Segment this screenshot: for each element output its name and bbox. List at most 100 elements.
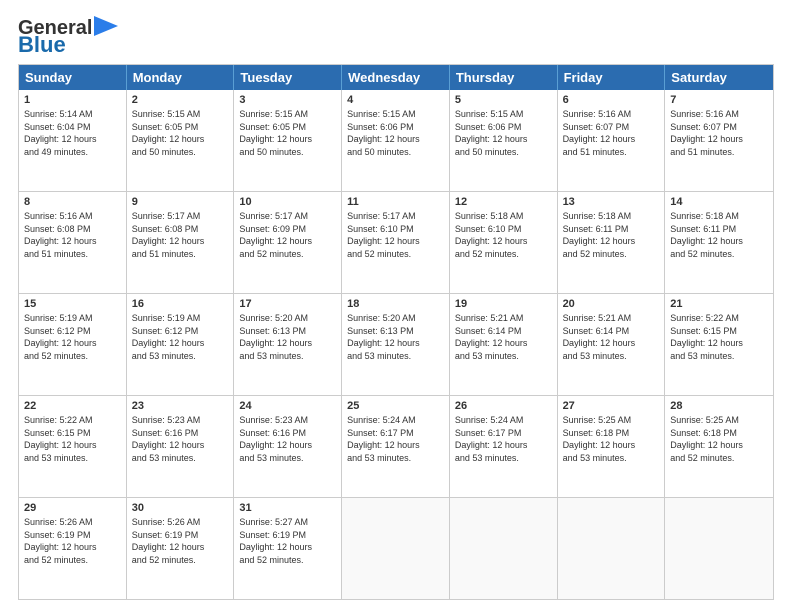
day-number: 10	[239, 196, 336, 208]
day-number: 22	[24, 400, 121, 412]
calendar-body: 1Sunrise: 5:14 AM Sunset: 6:04 PM Daylig…	[19, 90, 773, 599]
day-number: 8	[24, 196, 121, 208]
calendar-cell-day-31: 31 Sunrise: 5:27 AM Sunset: 6:19 PM Dayli…	[234, 498, 342, 599]
day-info: Sunrise: 5:23 AM Sunset: 6:16 PM Dayligh…	[132, 414, 229, 464]
calendar-cell-day-26: 26 Sunrise: 5:24 AM Sunset: 6:17 PM Dayli…	[450, 396, 558, 497]
day-number: 16	[132, 298, 229, 310]
calendar-cell-day-23: 23 Sunrise: 5:23 AM Sunset: 6:16 PM Dayli…	[127, 396, 235, 497]
day-number: 12	[455, 196, 552, 208]
logo-blue: Blue	[18, 34, 66, 56]
day-number: 5	[455, 94, 552, 106]
calendar-cell-day-8: 8Sunrise: 5:16 AM Sunset: 6:08 PM Daylig…	[19, 192, 127, 293]
calendar-cell-day-2: 2 Sunrise: 5:15 AM Sunset: 6:05 PM Daylig…	[127, 90, 235, 191]
calendar-cell-empty	[450, 498, 558, 599]
calendar-cell-day-18: 18Sunrise: 5:20 AM Sunset: 6:13 PM Dayli…	[342, 294, 450, 395]
day-info: Sunrise: 5:19 AM Sunset: 6:12 PM Dayligh…	[132, 312, 229, 362]
day-info: Sunrise: 5:26 AM Sunset: 6:19 PM Dayligh…	[132, 516, 229, 566]
calendar-grid: SundayMondayTuesdayWednesdayThursdayFrid…	[18, 64, 774, 600]
day-info: Sunrise: 5:27 AM Sunset: 6:19 PM Dayligh…	[239, 516, 336, 566]
weekday-header-monday: Monday	[127, 65, 235, 90]
calendar-cell-day-21: 21 Sunrise: 5:22 AM Sunset: 6:15 PM Dayli…	[665, 294, 773, 395]
day-info: Sunrise: 5:24 AM Sunset: 6:17 PM Dayligh…	[455, 414, 552, 464]
day-info: Sunrise: 5:16 AM Sunset: 6:07 PM Dayligh…	[670, 108, 768, 158]
day-number: 13	[563, 196, 660, 208]
header: General Blue	[18, 18, 774, 56]
day-info: Sunrise: 5:19 AM Sunset: 6:12 PM Dayligh…	[24, 312, 121, 362]
day-number: 20	[563, 298, 660, 310]
day-info: Sunrise: 5:25 AM Sunset: 6:18 PM Dayligh…	[563, 414, 660, 464]
calendar-cell-day-19: 19 Sunrise: 5:21 AM Sunset: 6:14 PM Dayli…	[450, 294, 558, 395]
day-number: 23	[132, 400, 229, 412]
calendar-cell-empty	[665, 498, 773, 599]
calendar-cell-day-24: 24 Sunrise: 5:23 AM Sunset: 6:16 PM Dayli…	[234, 396, 342, 497]
calendar-cell-day-12: 12 Sunrise: 5:18 AM Sunset: 6:10 PM Dayli…	[450, 192, 558, 293]
calendar-cell-day-30: 30 Sunrise: 5:26 AM Sunset: 6:19 PM Dayli…	[127, 498, 235, 599]
day-number: 3	[239, 94, 336, 106]
calendar-cell-day-4: 4Sunrise: 5:15 AM Sunset: 6:06 PM Daylig…	[342, 90, 450, 191]
day-number: 29	[24, 502, 121, 514]
day-info: Sunrise: 5:15 AM Sunset: 6:06 PM Dayligh…	[347, 108, 444, 158]
day-number: 9	[132, 196, 229, 208]
calendar-cell-day-10: 10 Sunrise: 5:17 AM Sunset: 6:09 PM Dayli…	[234, 192, 342, 293]
day-info: Sunrise: 5:18 AM Sunset: 6:10 PM Dayligh…	[455, 210, 552, 260]
day-number: 18	[347, 298, 444, 310]
day-number: 17	[239, 298, 336, 310]
day-number: 1	[24, 94, 121, 106]
calendar-cell-day-7: 7Sunrise: 5:16 AM Sunset: 6:07 PM Daylig…	[665, 90, 773, 191]
calendar-cell-empty	[558, 498, 666, 599]
day-info: Sunrise: 5:23 AM Sunset: 6:16 PM Dayligh…	[239, 414, 336, 464]
logo-arrow-icon	[94, 16, 118, 36]
day-info: Sunrise: 5:22 AM Sunset: 6:15 PM Dayligh…	[670, 312, 768, 362]
day-number: 30	[132, 502, 229, 514]
calendar-cell-day-11: 11Sunrise: 5:17 AM Sunset: 6:10 PM Dayli…	[342, 192, 450, 293]
weekday-header-friday: Friday	[558, 65, 666, 90]
day-info: Sunrise: 5:17 AM Sunset: 6:09 PM Dayligh…	[239, 210, 336, 260]
day-number: 6	[563, 94, 660, 106]
calendar-cell-day-6: 6Sunrise: 5:16 AM Sunset: 6:07 PM Daylig…	[558, 90, 666, 191]
calendar-row: 15 Sunrise: 5:19 AM Sunset: 6:12 PM Dayli…	[19, 293, 773, 395]
day-number: 26	[455, 400, 552, 412]
calendar-cell-day-22: 22 Sunrise: 5:22 AM Sunset: 6:15 PM Dayli…	[19, 396, 127, 497]
day-number: 31	[239, 502, 336, 514]
day-info: Sunrise: 5:21 AM Sunset: 6:14 PM Dayligh…	[455, 312, 552, 362]
day-info: Sunrise: 5:25 AM Sunset: 6:18 PM Dayligh…	[670, 414, 768, 464]
weekday-header-tuesday: Tuesday	[234, 65, 342, 90]
calendar-cell-day-20: 20Sunrise: 5:21 AM Sunset: 6:14 PM Dayli…	[558, 294, 666, 395]
day-info: Sunrise: 5:26 AM Sunset: 6:19 PM Dayligh…	[24, 516, 121, 566]
calendar-cell-day-25: 25Sunrise: 5:24 AM Sunset: 6:17 PM Dayli…	[342, 396, 450, 497]
day-number: 28	[670, 400, 768, 412]
weekday-header-saturday: Saturday	[665, 65, 773, 90]
calendar-cell-day-16: 16 Sunrise: 5:19 AM Sunset: 6:12 PM Dayli…	[127, 294, 235, 395]
day-info: Sunrise: 5:17 AM Sunset: 6:08 PM Dayligh…	[132, 210, 229, 260]
day-number: 2	[132, 94, 229, 106]
calendar-row: 22 Sunrise: 5:22 AM Sunset: 6:15 PM Dayli…	[19, 395, 773, 497]
day-number: 15	[24, 298, 121, 310]
calendar-row: 29 Sunrise: 5:26 AM Sunset: 6:19 PM Dayli…	[19, 497, 773, 599]
day-info: Sunrise: 5:15 AM Sunset: 6:05 PM Dayligh…	[132, 108, 229, 158]
day-number: 24	[239, 400, 336, 412]
calendar-cell-day-9: 9 Sunrise: 5:17 AM Sunset: 6:08 PM Daylig…	[127, 192, 235, 293]
day-number: 11	[347, 196, 444, 208]
calendar-cell-day-15: 15 Sunrise: 5:19 AM Sunset: 6:12 PM Dayli…	[19, 294, 127, 395]
day-number: 27	[563, 400, 660, 412]
day-info: Sunrise: 5:18 AM Sunset: 6:11 PM Dayligh…	[670, 210, 768, 260]
day-number: 21	[670, 298, 768, 310]
calendar-cell-day-27: 27 Sunrise: 5:25 AM Sunset: 6:18 PM Dayli…	[558, 396, 666, 497]
calendar-cell-day-29: 29 Sunrise: 5:26 AM Sunset: 6:19 PM Dayli…	[19, 498, 127, 599]
day-info: Sunrise: 5:22 AM Sunset: 6:15 PM Dayligh…	[24, 414, 121, 464]
calendar-cell-empty	[342, 498, 450, 599]
calendar-cell-day-3: 3Sunrise: 5:15 AM Sunset: 6:05 PM Daylig…	[234, 90, 342, 191]
calendar-row: 1Sunrise: 5:14 AM Sunset: 6:04 PM Daylig…	[19, 90, 773, 191]
calendar-header-row: SundayMondayTuesdayWednesdayThursdayFrid…	[19, 65, 773, 90]
calendar-cell-day-5: 5 Sunrise: 5:15 AM Sunset: 6:06 PM Daylig…	[450, 90, 558, 191]
day-number: 19	[455, 298, 552, 310]
day-number: 25	[347, 400, 444, 412]
calendar-cell-day-13: 13 Sunrise: 5:18 AM Sunset: 6:11 PM Dayli…	[558, 192, 666, 293]
day-info: Sunrise: 5:18 AM Sunset: 6:11 PM Dayligh…	[563, 210, 660, 260]
calendar-cell-day-17: 17 Sunrise: 5:20 AM Sunset: 6:13 PM Dayli…	[234, 294, 342, 395]
day-info: Sunrise: 5:15 AM Sunset: 6:06 PM Dayligh…	[455, 108, 552, 158]
day-number: 14	[670, 196, 768, 208]
calendar-cell-day-14: 14 Sunrise: 5:18 AM Sunset: 6:11 PM Dayli…	[665, 192, 773, 293]
weekday-header-sunday: Sunday	[19, 65, 127, 90]
day-info: Sunrise: 5:20 AM Sunset: 6:13 PM Dayligh…	[239, 312, 336, 362]
